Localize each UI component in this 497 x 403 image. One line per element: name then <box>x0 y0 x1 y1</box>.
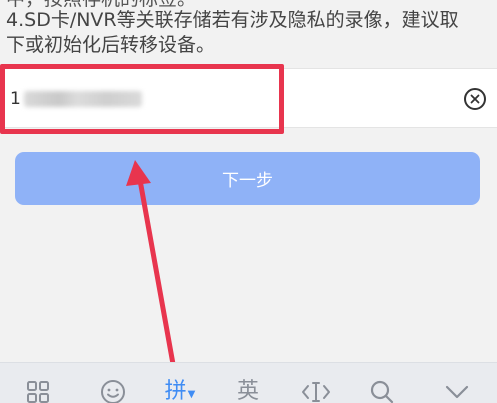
chevron-down-icon <box>445 385 469 399</box>
ime-toolbar: 拼 ▼ 英 <box>0 362 497 403</box>
blurred-value-mask <box>23 91 142 107</box>
emoji-icon <box>101 380 125 403</box>
notice-line-1: 4.SD卡/NVR等关联存储若有涉及隐私的录像，建议取 <box>6 9 459 31</box>
serial-input-row[interactable]: 1 <box>0 68 497 128</box>
kb-emoji-button[interactable] <box>93 377 133 403</box>
serial-input-prefix: 1 <box>10 89 21 109</box>
kb-pinyin-button[interactable]: 拼 ▼ <box>160 377 200 403</box>
kb-collapse-button[interactable] <box>437 377 477 403</box>
next-step-button[interactable]: 下一步 <box>15 152 480 205</box>
grid-icon <box>27 381 49 403</box>
caret-down-icon: ▼ <box>187 389 196 400</box>
close-icon <box>470 94 480 104</box>
serial-input[interactable]: 1 <box>10 87 142 111</box>
kb-grid-button[interactable] <box>18 377 58 403</box>
screen: 中，按照存机的标签。 4.SD卡/NVR等关联存储若有涉及隐私的录像，建议取 下… <box>0 0 497 403</box>
kb-english-label: 英 <box>236 379 259 403</box>
clear-input-button[interactable] <box>464 88 486 110</box>
search-icon <box>370 380 394 403</box>
kb-pinyin-label: 拼 <box>164 379 187 403</box>
kb-cursor-button[interactable] <box>296 377 336 403</box>
cursor-icon <box>302 382 330 402</box>
kb-english-button[interactable]: 英 <box>228 377 268 403</box>
notice-text: 中，按照存机的标签。 4.SD卡/NVR等关联存储若有涉及隐私的录像，建议取 下… <box>6 0 494 58</box>
kb-search-button[interactable] <box>362 377 402 403</box>
notice-line-2: 下或初始化后转移设备。 <box>6 34 216 56</box>
